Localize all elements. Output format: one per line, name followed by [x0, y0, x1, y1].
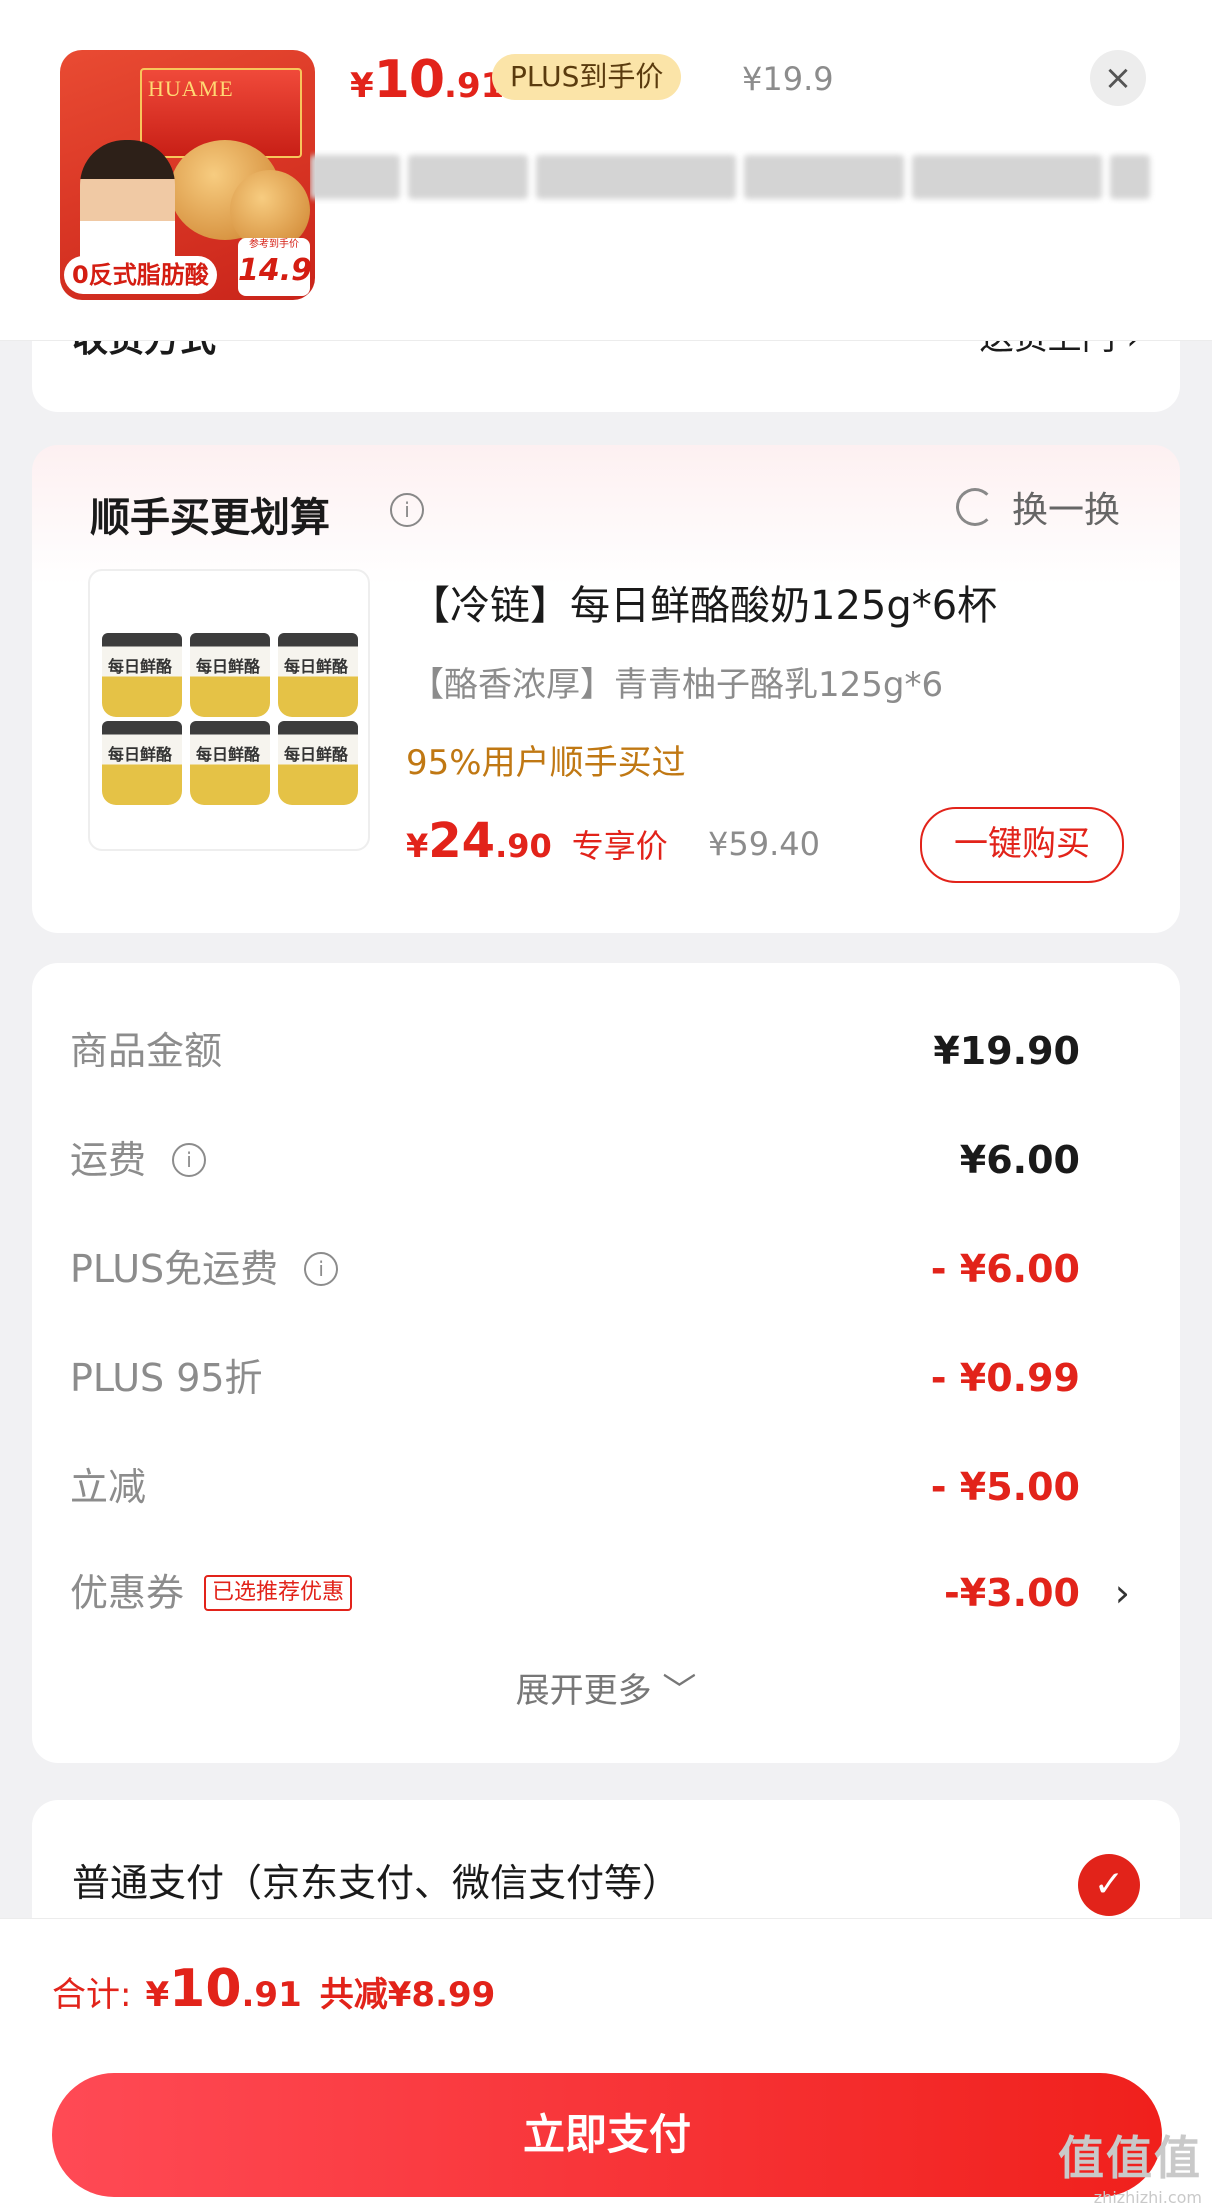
header-original-price: ¥19.9 [742, 60, 834, 98]
exclusive-price-label: 专享价 [571, 827, 668, 865]
thumbnail-price-badge: 参考到手价 14.9 [238, 238, 313, 296]
cup-label: 每日鲜酪 [284, 657, 349, 676]
cup-label: 每日鲜酪 [196, 745, 261, 764]
blur-block [1110, 155, 1150, 199]
close-icon[interactable]: × [1090, 50, 1146, 106]
upsell-social-proof: 95%用户顺手买过 [406, 743, 686, 783]
watermark: 值值值 zhizhizhi.com [1058, 2122, 1202, 2207]
summary-row-instant-reduction: 立减 - ¥5.00 [70, 1457, 1140, 1517]
cup-label: 每日鲜酪 [108, 745, 173, 764]
thumbnail-badge-price: 14.9 [238, 253, 313, 288]
summary-label: PLUS 95折 [70, 1356, 263, 1400]
upsell-card: 顺手买更划算 i 换一换 每日鲜酪 每日鲜酪 每日鲜酪 每日鲜酪 每日鲜酪 每日… [32, 445, 1180, 933]
refresh-icon [955, 488, 994, 526]
product-thumbnail[interactable]: HUAME 0反式脂肪酸 参考到手价 14.9 [60, 50, 315, 300]
upsell-product-spec: 【酪香浓厚】青青柚子酪乳125g*6 [410, 665, 944, 705]
summary-value: -¥3.00 [944, 1571, 1080, 1615]
yogurt-cup: 每日鲜酪 [190, 721, 270, 805]
yogurt-cup: 每日鲜酪 [102, 721, 182, 805]
summary-row-plus-free-shipping: PLUS免运费 i - ¥6.00 [70, 1239, 1140, 1299]
upsell-original-price: ¥59.40 [708, 825, 820, 863]
checkout-footer: 合计: ¥ 10 .91 共减¥8.99 立即支付 值值值 zhizhizhi.… [0, 1918, 1212, 2211]
summary-label-wrap: 运费 i [70, 1130, 207, 1190]
summary-label-wrap: 优惠券 已选推荐优惠 [70, 1563, 353, 1623]
swap-button[interactable]: 换一换 [955, 481, 1120, 533]
coupon-recommended-tag: 已选推荐优惠 [204, 1575, 353, 1611]
summary-label: 立减 [70, 1465, 147, 1509]
summary-value: ¥19.90 [933, 1029, 1080, 1073]
price-integer: 24 [428, 813, 496, 869]
summary-label: 商品金额 [70, 1029, 223, 1073]
watermark-sub: zhizhizhi.com [1093, 2188, 1202, 2207]
swap-label: 换一换 [1011, 490, 1120, 531]
cup-label: 每日鲜酪 [284, 745, 349, 764]
order-summary-card: 商品金额 ¥19.90 运费 i ¥6.00 PLUS免运费 i - ¥6.00 P… [32, 963, 1180, 1763]
chevron-right-icon: › [1114, 1571, 1130, 1615]
price-symbol: ¥ [406, 827, 429, 865]
info-icon[interactable]: i [390, 493, 424, 527]
payment-method-label: 普通支付（京东支付、微信支付等） [72, 1861, 681, 1905]
summary-label: PLUS免运费 [70, 1247, 279, 1291]
price-decimal: .91 [241, 1975, 302, 2015]
summary-row-plus-discount: PLUS 95折 - ¥0.99 [70, 1348, 1140, 1408]
upsell-title: 顺手买更划算 [90, 495, 330, 541]
price-decimal: .90 [495, 827, 552, 865]
yogurt-cup: 每日鲜酪 [190, 633, 270, 717]
cup-label: 每日鲜酪 [108, 657, 173, 676]
total-label: 合计: [52, 1975, 132, 2015]
price-symbol: ¥ [350, 66, 374, 106]
one-click-buy-button[interactable]: 一键购买 [920, 807, 1124, 883]
cup-label: 每日鲜酪 [196, 657, 261, 676]
yogurt-cup: 每日鲜酪 [278, 633, 358, 717]
summary-value: - ¥0.99 [930, 1356, 1080, 1400]
header-price: ¥ 10 .91 [350, 50, 504, 110]
order-total: 合计: ¥ 10 .91 共减¥8.99 [52, 1959, 495, 2019]
summary-value: ¥6.00 [959, 1138, 1080, 1182]
summary-row-coupon[interactable]: 优惠券 已选推荐优惠 -¥3.00 › [70, 1563, 1140, 1623]
summary-label-wrap: PLUS免运费 i [70, 1239, 339, 1299]
price-integer: 10 [373, 50, 445, 110]
summary-value: - ¥5.00 [930, 1465, 1080, 1509]
blurred-product-title [310, 150, 1180, 204]
info-icon[interactable]: i [172, 1143, 207, 1177]
thumbnail-tag: 0反式脂肪酸 [64, 256, 217, 294]
summary-row-shipping: 运费 i ¥6.00 [70, 1130, 1140, 1190]
summary-value: - ¥6.00 [930, 1247, 1080, 1291]
blur-block [536, 155, 736, 199]
summary-label: 运费 [70, 1138, 147, 1182]
blur-block [310, 155, 400, 199]
expand-more-button[interactable]: 展开更多 ﹀ [32, 1663, 1180, 1712]
upsell-price: ¥ 24 .90 专享价 [406, 813, 668, 869]
blur-block [744, 155, 904, 199]
thumbnail-brand-text: HUAME [148, 76, 234, 101]
yogurt-product-image[interactable]: 每日鲜酪 每日鲜酪 每日鲜酪 每日鲜酪 每日鲜酪 每日鲜酪 [88, 569, 370, 851]
yogurt-cup: 每日鲜酪 [102, 633, 182, 717]
plus-price-tag: PLUS到手价 [492, 54, 682, 100]
blur-block [912, 155, 1102, 199]
total-saved: 共减¥8.99 [319, 1975, 496, 2015]
product-header: HUAME 0反式脂肪酸 参考到手价 14.9 ¥ 10 .91 PLUS到手价… [0, 0, 1212, 341]
check-icon[interactable]: ✓ [1078, 1854, 1140, 1916]
watermark-main: 值值值 [1058, 2131, 1202, 2185]
summary-row-goods-amount: 商品金额 ¥19.90 [70, 1021, 1140, 1081]
upsell-product-name[interactable]: 【冷链】每日鲜酪酸奶125g*6杯 [410, 573, 997, 631]
blur-block [408, 155, 528, 199]
price-integer: 10 [169, 1959, 242, 2019]
price-symbol: ¥ [145, 1975, 170, 2015]
summary-label: 优惠券 [70, 1571, 185, 1615]
thumbnail-badge-label: 参考到手价 [249, 239, 299, 250]
pay-now-button[interactable]: 立即支付 [52, 2073, 1162, 2197]
info-icon[interactable]: i [304, 1252, 339, 1286]
yogurt-cup: 每日鲜酪 [278, 721, 358, 805]
